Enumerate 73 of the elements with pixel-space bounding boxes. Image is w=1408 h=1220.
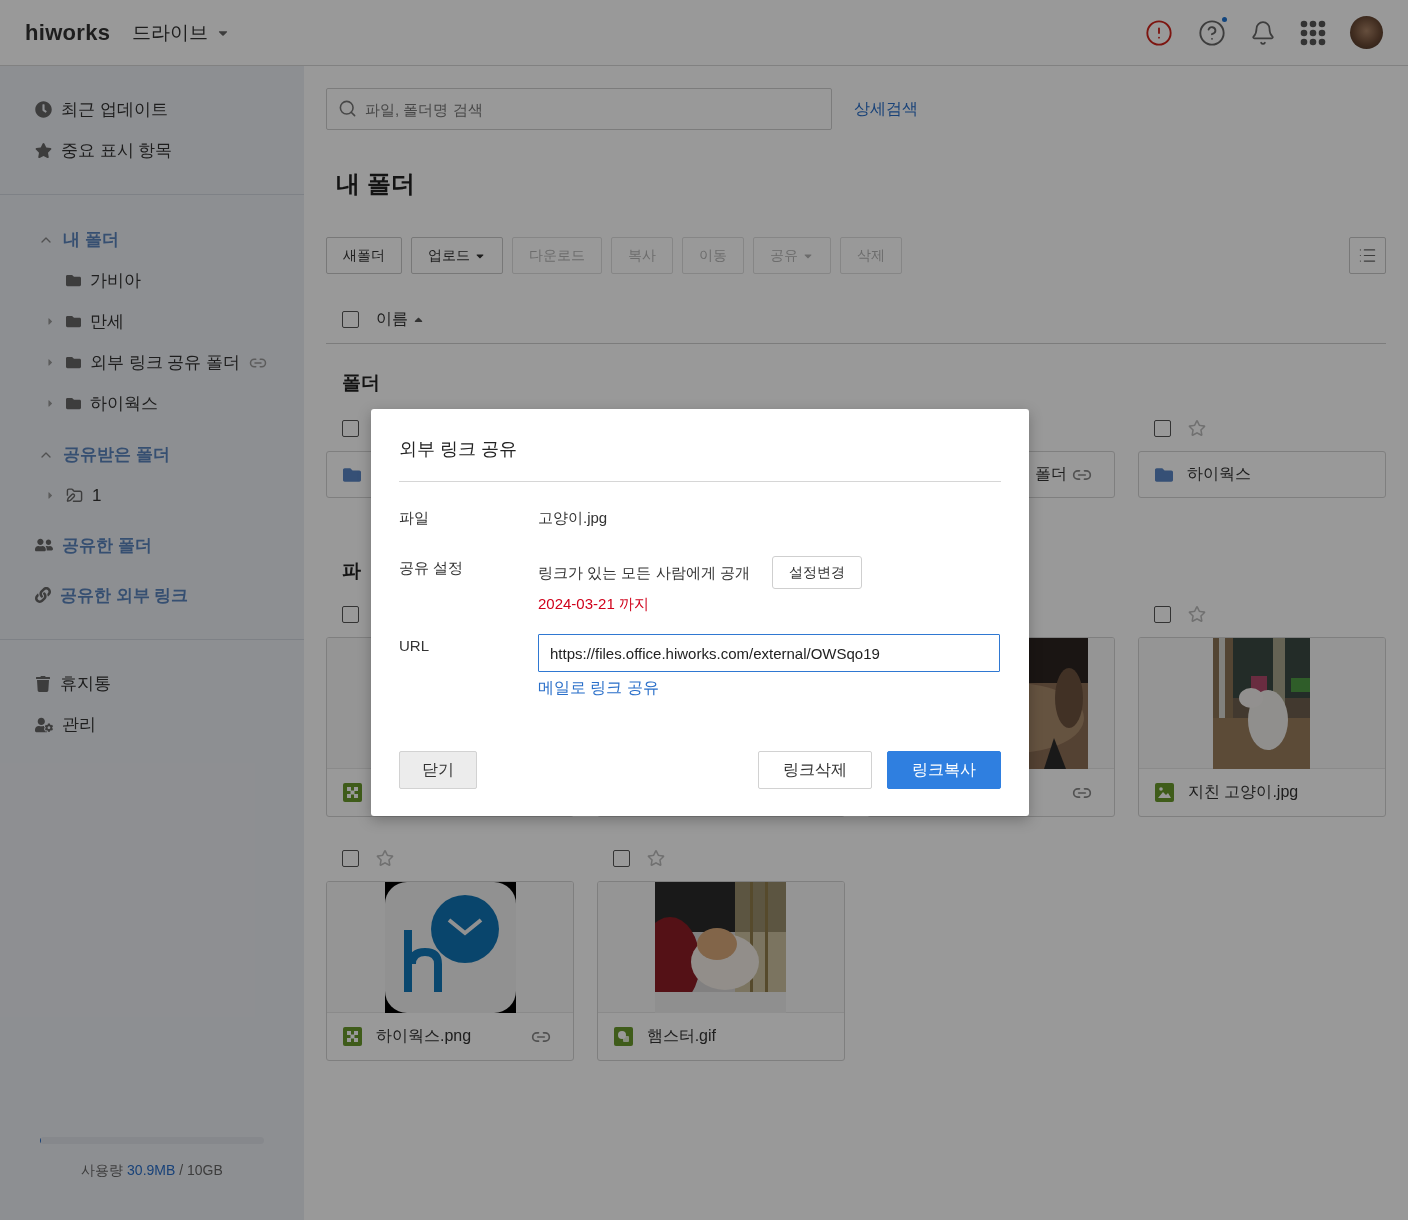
section-heading: 폴더	[342, 371, 380, 395]
folder-tree-item[interactable]: 가비아	[0, 260, 304, 301]
user-gear-icon	[35, 715, 53, 734]
help-icon[interactable]	[1197, 18, 1226, 47]
folder-icon	[66, 314, 81, 329]
sidebar-item[interactable]: 관리	[0, 704, 304, 745]
star-icon[interactable]	[646, 849, 665, 867]
folder-icon	[1154, 465, 1173, 484]
field-label: 공유 설정	[399, 558, 465, 578]
search-field[interactable]: 파일, 폴더명 검색	[326, 88, 832, 130]
alert-icon[interactable]	[1144, 18, 1173, 47]
sidebar-item[interactable]: 중요 표시 항목	[0, 130, 304, 171]
avatar[interactable]	[1350, 16, 1383, 49]
field-label: 파일	[399, 508, 430, 528]
file-card[interactable]: 하이웍스.png	[326, 881, 574, 1061]
clock-icon	[35, 101, 52, 118]
checkbox[interactable]	[1153, 605, 1171, 623]
folder-tree-item[interactable]: 외부 링크 공유 폴더	[0, 342, 304, 383]
select-all-checkbox[interactable]	[342, 311, 359, 328]
logo: hiworks	[25, 19, 111, 46]
trash-icon	[35, 675, 51, 692]
folder-tree-item[interactable]: 1	[0, 475, 304, 516]
star-icon	[35, 142, 52, 159]
app-menu[interactable]: 드라이브	[132, 19, 231, 46]
dialog-button[interactable]: 링크삭제	[758, 751, 872, 789]
mail-share-link[interactable]: 메일로 링크 공유	[538, 678, 659, 699]
sort-column[interactable]: 이름	[376, 309, 425, 330]
checkbox[interactable]	[612, 849, 630, 867]
image-file-icon	[1154, 783, 1174, 802]
star-icon[interactable]	[376, 849, 394, 867]
checkbox[interactable]	[342, 605, 359, 623]
sidebar-item[interactable]: 최근 업데이트	[0, 89, 304, 130]
people-icon	[35, 536, 53, 554]
link-icon	[35, 587, 51, 603]
apps-grid-icon[interactable]	[1300, 19, 1326, 46]
folder-icon	[66, 355, 81, 370]
advanced-search-link[interactable]: 상세검색	[854, 98, 918, 120]
toolbar-button[interactable]: 업로드	[411, 237, 503, 274]
folder-card[interactable]: 하이웍스	[1137, 451, 1386, 498]
folder-icon	[66, 396, 81, 411]
star-icon[interactable]	[1187, 605, 1206, 623]
folder-tree-item[interactable]: 만세	[0, 301, 304, 342]
url-field[interactable]: https://files.office.hiworks.com/external/OWSqo19	[538, 634, 1000, 672]
folder-icon	[343, 465, 361, 484]
image-file-icon	[343, 1027, 362, 1046]
expiry-date: 2024-03-21 까지	[538, 595, 649, 614]
share-setting: 링크가 있는 모든 사람에게 공개	[538, 562, 750, 583]
image-file-icon	[613, 1027, 633, 1046]
page-title: 내 폴더	[336, 169, 416, 199]
change-settings-button[interactable]: 설정변경	[771, 556, 862, 589]
section-heading: 파	[342, 559, 361, 583]
list-icon	[1358, 246, 1377, 265]
storage-usage: 사용량 30.9MB / 10GB	[81, 1162, 223, 1180]
bell-icon[interactable]	[1250, 19, 1276, 46]
image-file-icon	[343, 783, 362, 802]
checkbox[interactable]	[342, 419, 359, 437]
field-label: URL	[399, 636, 430, 656]
dialog-title: 외부 링크 공유	[399, 435, 1001, 482]
folder-icon	[66, 273, 81, 288]
file-card[interactable]: 지친 고양이.jpg	[1137, 637, 1386, 817]
dialog-button[interactable]: 닫기	[399, 751, 477, 789]
file-card[interactable]: 햄스터.gif	[596, 881, 845, 1061]
star-icon[interactable]	[1187, 419, 1206, 437]
dialog-button[interactable]: 링크복사	[887, 751, 1001, 789]
folder-pen-icon	[66, 487, 83, 504]
list-view-button[interactable]	[1349, 237, 1386, 274]
checkbox[interactable]	[1153, 419, 1171, 437]
search-icon	[338, 99, 357, 118]
toolbar-button[interactable]: 새폴더	[326, 237, 402, 274]
folder-tree-item[interactable]: 하이웍스	[0, 383, 304, 424]
sidebar-item[interactable]: 휴지통	[0, 663, 304, 704]
file-name: 고양이.jpg	[538, 508, 609, 528]
checkbox[interactable]	[342, 849, 359, 867]
